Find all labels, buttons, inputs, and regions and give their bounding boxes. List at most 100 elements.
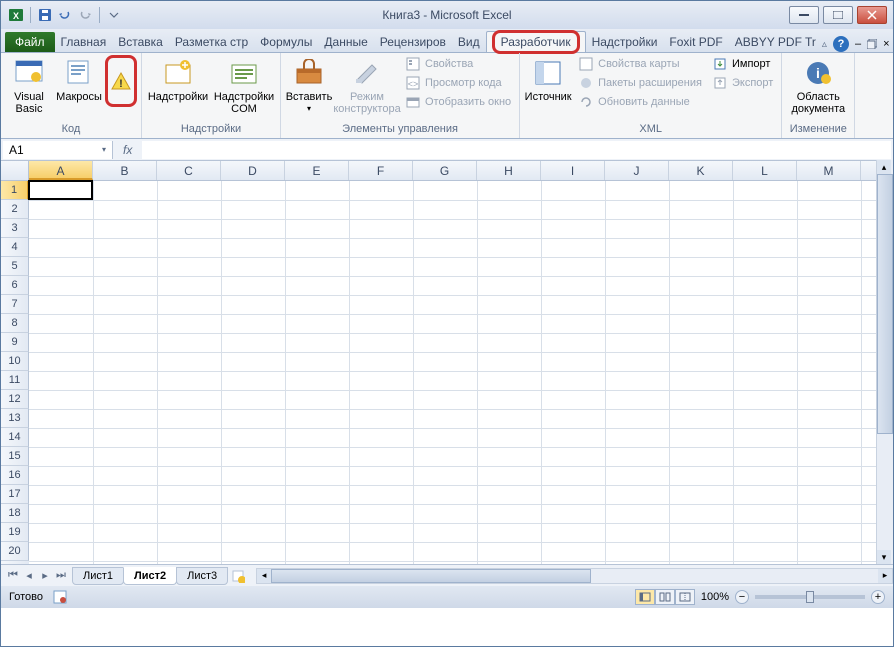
redo-icon[interactable] — [76, 6, 94, 24]
mdi-restore-icon[interactable] — [867, 39, 877, 49]
row-header[interactable]: 13 — [1, 409, 29, 428]
row-header[interactable]: 11 — [1, 371, 29, 390]
row-header[interactable]: 10 — [1, 352, 29, 371]
col-header[interactable]: F — [349, 161, 413, 180]
tab-надстройки[interactable]: Надстройки — [586, 31, 664, 52]
refresh-data-button[interactable]: Обновить данные — [574, 93, 706, 111]
col-header[interactable]: B — [93, 161, 157, 180]
sheet-tab[interactable]: Лист2 — [123, 567, 177, 585]
row-header[interactable]: 2 — [1, 200, 29, 219]
scroll-up-button[interactable]: ▴ — [877, 160, 891, 174]
tab-рецензиров[interactable]: Рецензиров — [374, 31, 452, 52]
mdi-close-icon[interactable]: × — [883, 38, 889, 50]
tab-foxit-pdf[interactable]: Foxit PDF — [663, 31, 728, 52]
sheet-nav-first[interactable]: ⏮ — [5, 568, 21, 584]
undo-icon[interactable] — [56, 6, 74, 24]
col-header[interactable]: L — [733, 161, 797, 180]
row-header[interactable]: 15 — [1, 447, 29, 466]
tab-abbyy-pdf-tr[interactable]: ABBYY PDF Tr — [729, 31, 822, 52]
sheet-tab[interactable]: Лист1 — [72, 567, 124, 585]
col-header[interactable]: J — [605, 161, 669, 180]
row-header[interactable]: 19 — [1, 523, 29, 542]
file-tab[interactable]: Файл — [5, 32, 55, 52]
tab-разметка-стр[interactable]: Разметка стр — [169, 31, 254, 52]
formula-input[interactable] — [142, 141, 891, 159]
view-normal-button[interactable] — [635, 589, 655, 605]
row-header[interactable]: 7 — [1, 295, 29, 314]
tab-разработчик[interactable]: Разработчик — [486, 31, 586, 52]
view-page-layout-button[interactable] — [655, 589, 675, 605]
row-header[interactable]: 9 — [1, 333, 29, 352]
close-button[interactable] — [857, 6, 887, 24]
new-sheet-button[interactable] — [230, 568, 246, 584]
tab-вид[interactable]: Вид — [452, 31, 486, 52]
tab-формулы[interactable]: Формулы — [254, 31, 318, 52]
zoom-out-button[interactable]: − — [735, 590, 749, 604]
document-panel-button[interactable]: i Область документа — [786, 55, 850, 117]
row-header[interactable]: 20 — [1, 542, 29, 561]
minimize-button[interactable] — [789, 6, 819, 24]
sheet-tab[interactable]: Лист3 — [176, 567, 228, 585]
col-header[interactable]: G — [413, 161, 477, 180]
row-header[interactable]: 8 — [1, 314, 29, 333]
tab-данные[interactable]: Данные — [318, 31, 373, 52]
visual-basic-button[interactable]: Visual Basic — [5, 55, 53, 117]
scroll-right-button[interactable]: ▸ — [878, 569, 892, 583]
sheet-nav-next[interactable]: ▸ — [37, 568, 53, 584]
row-header[interactable]: 3 — [1, 219, 29, 238]
row-header[interactable]: 1 — [1, 181, 29, 200]
name-box[interactable]: A1 ▾ — [3, 141, 113, 159]
tab-главная[interactable]: Главная — [55, 31, 113, 52]
tab-вставка[interactable]: Вставка — [112, 31, 169, 52]
col-header[interactable]: K — [669, 161, 733, 180]
col-header[interactable]: H — [477, 161, 541, 180]
row-header[interactable]: 5 — [1, 257, 29, 276]
row-header[interactable]: 17 — [1, 485, 29, 504]
help-icon[interactable]: ? — [833, 36, 849, 52]
com-addins-button[interactable]: Надстройки COM — [212, 55, 276, 117]
row-header[interactable]: 12 — [1, 390, 29, 409]
ribbon-minimize-icon[interactable]: ▵ — [822, 39, 827, 50]
map-properties-button[interactable]: Свойства карты — [574, 55, 706, 73]
hscroll-thumb[interactable] — [271, 569, 591, 583]
insert-control-button[interactable]: Вставить ▾ — [285, 55, 333, 116]
export-button[interactable]: Экспорт — [708, 74, 777, 92]
xml-source-button[interactable]: Источник — [524, 55, 572, 105]
macros-button[interactable]: Макросы — [55, 55, 103, 105]
vertical-scrollbar[interactable]: ▴ ▾ — [876, 160, 893, 564]
zoom-thumb[interactable] — [806, 591, 814, 603]
col-header[interactable]: M — [797, 161, 861, 180]
col-header[interactable]: E — [285, 161, 349, 180]
fx-icon[interactable]: fx — [115, 143, 140, 157]
row-header[interactable]: 16 — [1, 466, 29, 485]
col-header[interactable]: I — [541, 161, 605, 180]
scroll-left-button[interactable]: ◂ — [257, 569, 271, 583]
sheet-nav-last[interactable]: ⏭ — [53, 568, 69, 584]
zoom-level[interactable]: 100% — [701, 591, 729, 603]
row-header[interactable]: 6 — [1, 276, 29, 295]
macro-record-icon[interactable] — [53, 590, 67, 604]
col-header[interactable]: D — [221, 161, 285, 180]
excel-icon[interactable]: X — [7, 6, 25, 24]
zoom-slider[interactable] — [755, 595, 865, 599]
maximize-button[interactable] — [823, 6, 853, 24]
design-mode-button[interactable]: Режим конструктора — [335, 55, 399, 117]
cells-area[interactable] — [29, 181, 893, 564]
active-cell[interactable] — [28, 180, 93, 200]
expansion-packs-button[interactable]: Пакеты расширения — [574, 74, 706, 92]
row-header[interactable]: 14 — [1, 428, 29, 447]
macro-security-button[interactable]: ! — [109, 59, 133, 103]
sheet-nav-prev[interactable]: ◂ — [21, 568, 37, 584]
col-header[interactable]: C — [157, 161, 221, 180]
import-button[interactable]: Импорт — [708, 55, 777, 73]
view-page-break-button[interactable] — [675, 589, 695, 605]
zoom-in-button[interactable]: + — [871, 590, 885, 604]
view-code-button[interactable]: <>Просмотр кода — [401, 74, 515, 92]
properties-button[interactable]: Свойства — [401, 55, 515, 73]
show-dialog-button[interactable]: Отобразить окно — [401, 93, 515, 111]
addins-button[interactable]: Надстройки — [146, 55, 210, 105]
horizontal-scrollbar[interactable]: ◂ ▸ — [256, 568, 893, 584]
qat-customize-icon[interactable] — [105, 6, 123, 24]
select-all-button[interactable] — [1, 161, 29, 180]
mdi-minimize-icon[interactable]: – — [855, 38, 861, 50]
